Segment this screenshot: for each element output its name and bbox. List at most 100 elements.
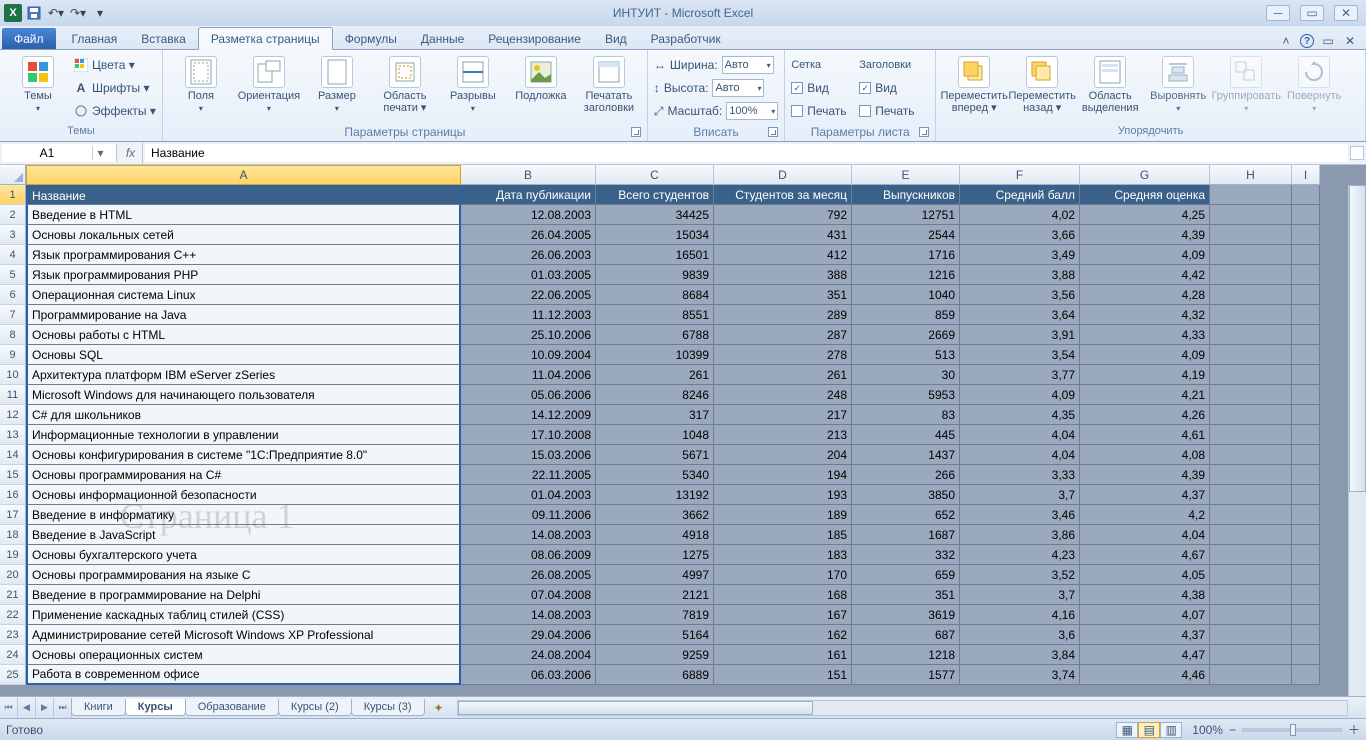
cell-11-H[interactable] xyxy=(1210,385,1292,405)
cell-11-G[interactable]: 4,21 xyxy=(1080,385,1210,405)
cell-6-B[interactable]: 22.06.2005 xyxy=(461,285,596,305)
cell-12-H[interactable] xyxy=(1210,405,1292,425)
cell-21-H[interactable] xyxy=(1210,585,1292,605)
minimize-ribbon-icon[interactable]: ˄ xyxy=(1278,33,1294,49)
tab-4[interactable]: Данные xyxy=(409,28,476,49)
cell-22-I[interactable] xyxy=(1292,605,1320,625)
cell-11-A[interactable]: Microsoft Windows для начинающего пользо… xyxy=(26,385,461,405)
tab-5[interactable]: Рецензирование xyxy=(476,28,593,49)
row-header-12[interactable]: 12 xyxy=(0,405,26,425)
row-header-8[interactable]: 8 xyxy=(0,325,26,345)
cell-19-D[interactable]: 183 xyxy=(714,545,852,565)
cell-6-D[interactable]: 351 xyxy=(714,285,852,305)
cell-11-D[interactable]: 248 xyxy=(714,385,852,405)
rotate-button[interactable]: Повернуть▾ xyxy=(1282,52,1346,113)
cell-7-D[interactable]: 289 xyxy=(714,305,852,325)
cell-23-B[interactable]: 29.04.2006 xyxy=(461,625,596,645)
fit-scale-input[interactable]: 100% xyxy=(726,102,778,120)
cell-5-B[interactable]: 01.03.2005 xyxy=(461,265,596,285)
row-header-16[interactable]: 16 xyxy=(0,485,26,505)
row-header-1[interactable]: 1 xyxy=(0,185,26,205)
cell-2-H[interactable] xyxy=(1210,205,1292,225)
sheet-first-icon[interactable]: ⏮ xyxy=(0,698,18,718)
cell-18-B[interactable]: 14.08.2003 xyxy=(461,525,596,545)
cell-17-D[interactable]: 189 xyxy=(714,505,852,525)
cell-24-H[interactable] xyxy=(1210,645,1292,665)
cell-10-D[interactable]: 261 xyxy=(714,365,852,385)
tab-0[interactable]: Главная xyxy=(60,28,130,49)
cell-23-A[interactable]: Администрирование сетей Microsoft Window… xyxy=(26,625,461,645)
row-header-6[interactable]: 6 xyxy=(0,285,26,305)
cell-7-C[interactable]: 8551 xyxy=(596,305,714,325)
cell-13-C[interactable]: 1048 xyxy=(596,425,714,445)
cell-13-G[interactable]: 4,61 xyxy=(1080,425,1210,445)
cell-21-E[interactable]: 351 xyxy=(852,585,960,605)
cell-21-C[interactable]: 2121 xyxy=(596,585,714,605)
head-print-checkbox[interactable] xyxy=(859,105,871,117)
cell-13-H[interactable] xyxy=(1210,425,1292,445)
horizontal-scrollbar[interactable] xyxy=(457,700,1348,716)
worksheet-grid[interactable]: Страница 1 ABCDEFGHI1НазваниеДата публик… xyxy=(0,165,1366,696)
cell-9-C[interactable]: 10399 xyxy=(596,345,714,365)
cell-13-I[interactable] xyxy=(1292,425,1320,445)
cell-21-I[interactable] xyxy=(1292,585,1320,605)
cell-13-E[interactable]: 445 xyxy=(852,425,960,445)
cell-2-B[interactable]: 12.08.2003 xyxy=(461,205,596,225)
cell-22-A[interactable]: Применение каскадных таблиц стилей (CSS) xyxy=(26,605,461,625)
align-button[interactable]: Выровнять▾ xyxy=(1146,52,1210,113)
cell-16-H[interactable] xyxy=(1210,485,1292,505)
row-header-25[interactable]: 25 xyxy=(0,665,26,685)
cell-19-A[interactable]: Основы бухгалтерского учета xyxy=(26,545,461,565)
cell-22-B[interactable]: 14.08.2003 xyxy=(461,605,596,625)
tab-file[interactable]: Файл xyxy=(2,28,56,49)
cell-8-H[interactable] xyxy=(1210,325,1292,345)
cell-20-B[interactable]: 26.08.2005 xyxy=(461,565,596,585)
cell-20-E[interactable]: 659 xyxy=(852,565,960,585)
sheet-tab-3[interactable]: Курсы (2) xyxy=(278,699,352,716)
theme-fonts-button[interactable]: AШрифты ▾ xyxy=(74,77,156,99)
cell-21-F[interactable]: 3,7 xyxy=(960,585,1080,605)
cell-18-F[interactable]: 3,86 xyxy=(960,525,1080,545)
cell-16-G[interactable]: 4,37 xyxy=(1080,485,1210,505)
selection-pane-button[interactable]: Область выделения xyxy=(1078,52,1142,114)
cell-14-E[interactable]: 1437 xyxy=(852,445,960,465)
col-header-F[interactable]: F xyxy=(960,165,1080,185)
cell-12-D[interactable]: 217 xyxy=(714,405,852,425)
cell-3-H[interactable] xyxy=(1210,225,1292,245)
cell-13-D[interactable]: 213 xyxy=(714,425,852,445)
cell-13-F[interactable]: 4,04 xyxy=(960,425,1080,445)
cell-19-H[interactable] xyxy=(1210,545,1292,565)
cell-6-H[interactable] xyxy=(1210,285,1292,305)
group-objects-button[interactable]: Группировать▾ xyxy=(1214,52,1278,113)
grid-view-checkbox[interactable]: ✓ xyxy=(791,82,803,94)
cell-22-E[interactable]: 3619 xyxy=(852,605,960,625)
save-icon[interactable] xyxy=(24,3,44,23)
minimize-button[interactable]: ─ xyxy=(1266,5,1290,21)
cell-2-A[interactable]: Введение в HTML xyxy=(26,205,461,225)
cell-5-F[interactable]: 3,88 xyxy=(960,265,1080,285)
row-header-7[interactable]: 7 xyxy=(0,305,26,325)
cell-3-D[interactable]: 431 xyxy=(714,225,852,245)
window-close2-icon[interactable]: ✕ xyxy=(1342,33,1358,49)
cell-18-C[interactable]: 4918 xyxy=(596,525,714,545)
cell-20-I[interactable] xyxy=(1292,565,1320,585)
zoom-out-icon[interactable]: − xyxy=(1229,723,1236,737)
send-backward-button[interactable]: Переместить назад ▾ xyxy=(1010,52,1074,114)
cell-1-G[interactable]: Средняя оценка xyxy=(1080,185,1210,205)
cell-22-C[interactable]: 7819 xyxy=(596,605,714,625)
row-header-17[interactable]: 17 xyxy=(0,505,26,525)
col-header-A[interactable]: A xyxy=(26,165,461,185)
cell-12-G[interactable]: 4,26 xyxy=(1080,405,1210,425)
cell-3-B[interactable]: 26.04.2005 xyxy=(461,225,596,245)
cell-24-C[interactable]: 9259 xyxy=(596,645,714,665)
cell-3-A[interactable]: Основы локальных сетей xyxy=(26,225,461,245)
cell-12-A[interactable]: C# для школьников xyxy=(26,405,461,425)
fx-icon[interactable]: fх xyxy=(119,142,143,164)
cell-18-E[interactable]: 1687 xyxy=(852,525,960,545)
row-header-18[interactable]: 18 xyxy=(0,525,26,545)
cell-20-H[interactable] xyxy=(1210,565,1292,585)
name-box-input[interactable] xyxy=(2,146,92,160)
cell-9-D[interactable]: 278 xyxy=(714,345,852,365)
cell-18-I[interactable] xyxy=(1292,525,1320,545)
cell-1-H[interactable] xyxy=(1210,185,1292,205)
